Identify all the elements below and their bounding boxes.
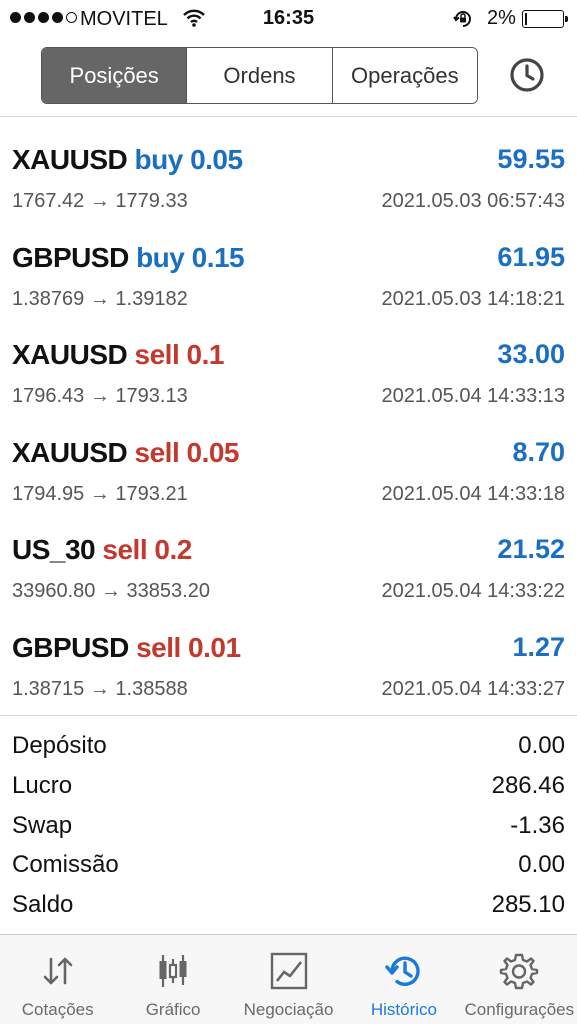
summary-row-commission: Comissão 0.00 bbox=[0, 847, 577, 887]
deal-time: 2021.05.04 14:33:22 bbox=[381, 580, 565, 603]
deal-side-volume: sell 0.05 bbox=[134, 436, 240, 468]
deal-prices: 1796.43 → 1793.13 bbox=[12, 385, 188, 408]
orientation-lock-icon bbox=[452, 8, 474, 36]
summary-row-profit: Lucro 286.46 bbox=[0, 768, 577, 808]
deal-symbol: US_30 bbox=[12, 534, 96, 566]
summary-value: 285.10 bbox=[491, 891, 565, 919]
deal-side-volume: sell 0.01 bbox=[136, 631, 241, 663]
gear-icon bbox=[500, 953, 539, 990]
deal-profit: 21.52 bbox=[497, 534, 565, 565]
segment-orders[interactable]: Ordens bbox=[186, 48, 332, 103]
deal-side-volume: sell 0.2 bbox=[102, 534, 192, 566]
deal-time: 2021.05.04 14:33:13 bbox=[381, 385, 565, 408]
deal-profit: 8.70 bbox=[512, 436, 565, 467]
battery-icon bbox=[522, 10, 568, 28]
status-bar: MOVITEL 16:35 2% bbox=[0, 0, 577, 38]
quotes-arrows-icon bbox=[43, 957, 73, 985]
deal-symbol: GBPUSD bbox=[12, 631, 129, 663]
summary-row-swap: Swap -1.36 bbox=[0, 808, 577, 848]
deal-symbol: XAUUSD bbox=[12, 339, 128, 371]
period-clock-icon[interactable] bbox=[507, 55, 547, 95]
tab-label: Configurações bbox=[464, 1000, 575, 1019]
deal-symbol: GBPUSD bbox=[12, 241, 129, 273]
deal-prices: 1.38769 → 1.39182 bbox=[12, 287, 188, 310]
deal-prices: 1767.42 → 1779.33 bbox=[12, 190, 188, 212]
account-summary: Depósito 0.00 Lucro 286.46 Swap -1.36 Co… bbox=[0, 728, 577, 927]
deal-prices: 1794.95 → 1793.21 bbox=[12, 482, 188, 505]
summary-value: 0.00 bbox=[518, 732, 565, 759]
summary-value: 0.00 bbox=[518, 851, 565, 879]
deal-profit: 33.00 bbox=[497, 339, 565, 370]
summary-row-balance: Saldo 285.10 bbox=[0, 887, 577, 927]
deal-row[interactable]: XAUUSD sell 0.1 33.00 1796.43 → 1793.13 … bbox=[0, 323, 577, 421]
summary-label: Lucro bbox=[12, 771, 73, 799]
bottom-tab-bar: Cotações Gráfico Negociação Histórico Co… bbox=[0, 934, 577, 1024]
trade-chart-icon bbox=[270, 952, 307, 990]
history-clock-icon bbox=[385, 956, 420, 986]
history-segmented-control: Posições Ordens Operações bbox=[41, 47, 478, 104]
summary-value: -1.36 bbox=[510, 811, 565, 839]
summary-divider bbox=[0, 715, 577, 716]
tab-settings[interactable]: Configurações bbox=[462, 935, 577, 1024]
deal-side-volume: sell 0.1 bbox=[134, 339, 225, 371]
tab-chart[interactable]: Gráfico bbox=[115, 935, 230, 1024]
summary-label: Swap bbox=[12, 811, 73, 839]
deal-prices: 33960.80 → 33853.20 bbox=[12, 580, 210, 603]
deal-row[interactable]: XAUUSD buy 0.05 59.55 1767.42 → 1779.33 … bbox=[0, 128, 577, 226]
deal-row[interactable]: GBPUSD buy 0.15 61.95 1.38769 → 1.39182 … bbox=[0, 226, 577, 324]
deal-time: 2021.05.03 06:57:43 bbox=[381, 190, 565, 212]
header-divider bbox=[0, 116, 577, 117]
deal-profit: 59.55 bbox=[497, 144, 565, 174]
tab-label: Histórico bbox=[370, 1000, 437, 1019]
tab-label: Negociação bbox=[243, 1000, 334, 1019]
deal-profit: 1.27 bbox=[512, 631, 565, 662]
deal-symbol: XAUUSD bbox=[12, 436, 128, 468]
deal-row[interactable]: GBPUSD sell 0.01 1.27 1.38715 → 1.38588 … bbox=[0, 616, 577, 714]
deal-row[interactable]: US_30 sell 0.2 21.52 33960.80 → 33853.20… bbox=[0, 518, 577, 616]
deal-time: 2021.05.03 14:18:21 bbox=[381, 287, 565, 310]
summary-value: 286.46 bbox=[491, 771, 565, 799]
deal-row[interactable]: XAUUSD sell 0.05 8.70 1794.95 → 1793.21 … bbox=[0, 421, 577, 519]
summary-row-deposit: Depósito 0.00 bbox=[0, 728, 577, 768]
candlestick-chart-icon bbox=[159, 955, 187, 987]
segment-operations[interactable]: Operações bbox=[331, 48, 477, 103]
tab-quotes[interactable]: Cotações bbox=[0, 935, 115, 1024]
summary-label: Comissão bbox=[12, 851, 119, 879]
deal-time: 2021.05.04 14:33:27 bbox=[381, 677, 565, 700]
tab-history[interactable]: Histórico bbox=[346, 935, 461, 1024]
tab-trade[interactable]: Negociação bbox=[231, 935, 346, 1024]
deal-profit: 61.95 bbox=[497, 241, 565, 272]
deal-side-volume: buy 0.05 bbox=[134, 144, 244, 175]
tab-label: Gráfico bbox=[145, 1000, 201, 1019]
battery-percentage: 2% bbox=[487, 7, 516, 29]
deal-side-volume: buy 0.15 bbox=[136, 241, 245, 273]
deals-list: XAUUSD buy 0.05 59.55 1767.42 → 1779.33 … bbox=[0, 128, 577, 714]
summary-label: Saldo bbox=[12, 891, 74, 919]
segment-positions[interactable]: Posições bbox=[42, 48, 187, 103]
summary-label: Depósito bbox=[12, 732, 107, 759]
deal-symbol: XAUUSD bbox=[12, 144, 128, 175]
tab-label: Cotações bbox=[21, 1000, 94, 1019]
deal-time: 2021.05.04 14:33:18 bbox=[381, 482, 565, 505]
deal-prices: 1.38715 → 1.38588 bbox=[12, 677, 188, 700]
